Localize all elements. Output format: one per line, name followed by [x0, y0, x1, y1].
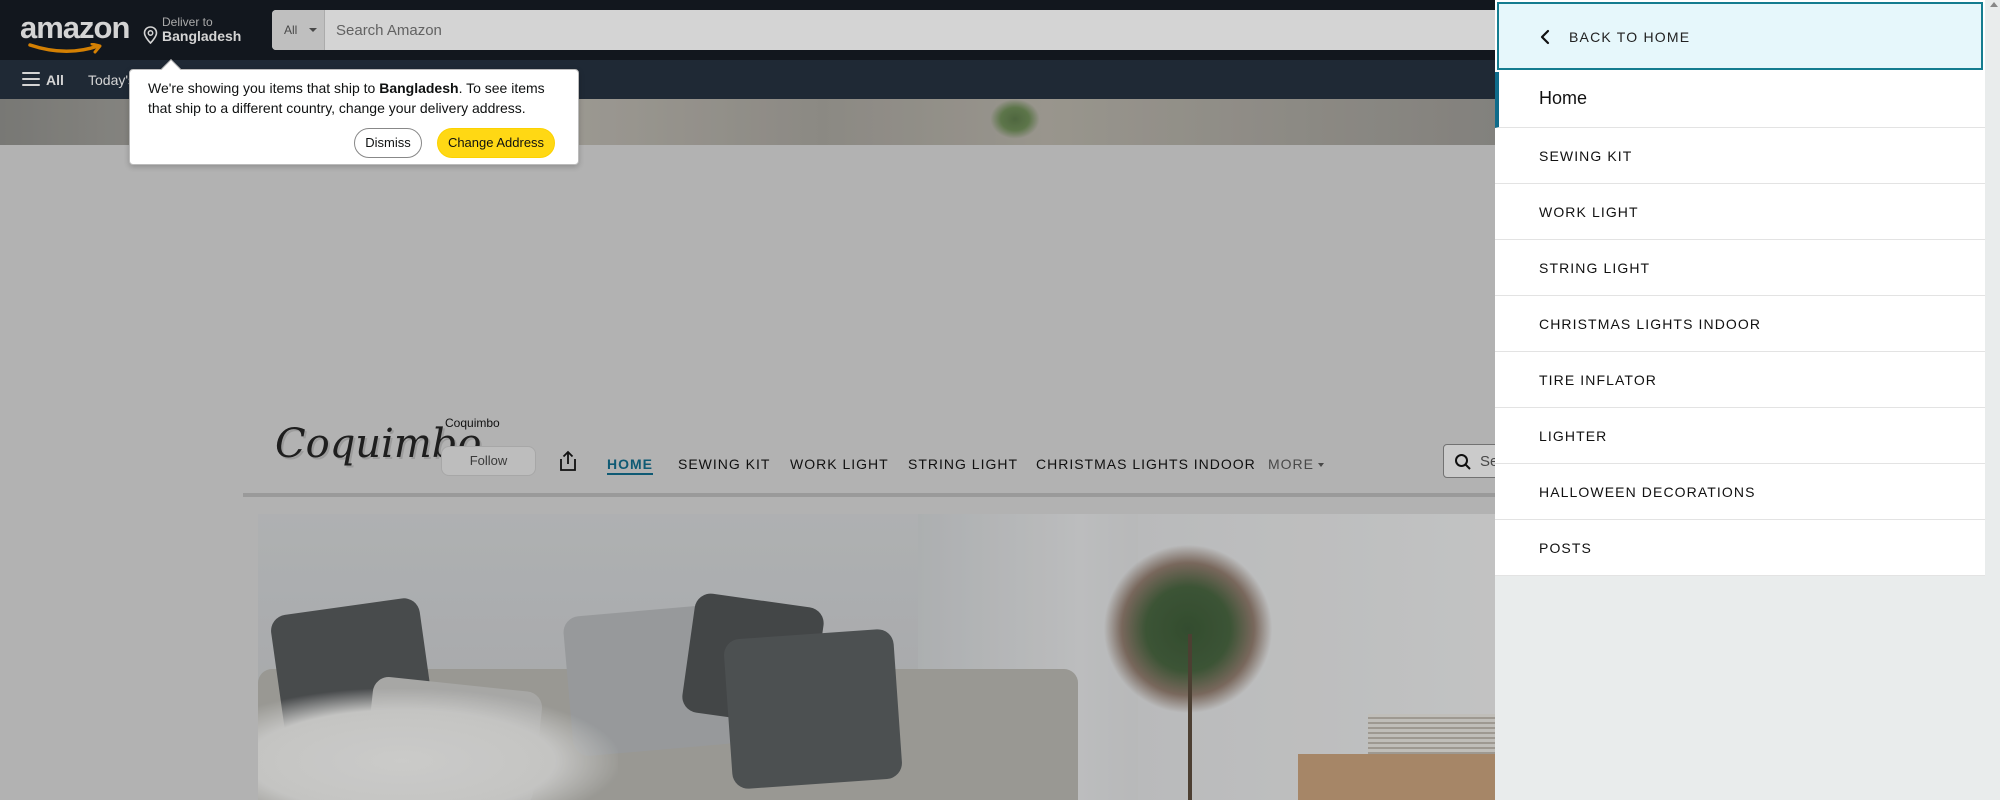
delivery-popover: We're showing you items that ship to Ban… [129, 59, 579, 165]
store-hero-image [258, 514, 1495, 800]
drawer-item-work-light[interactable]: Work Light [1495, 184, 1985, 240]
drawer-item-christmas-lights-indoor[interactable]: Christmas Lights Indoor [1495, 296, 1985, 352]
drawer-item-tire-inflator[interactable]: Tire Inflator [1495, 352, 1985, 408]
location-pin-icon [143, 26, 158, 44]
drawer-item-label: String Light [1539, 260, 1651, 276]
search-category-select[interactable]: All [272, 10, 325, 50]
drawer-item-sewing-kit[interactable]: Sewing Kit [1495, 128, 1985, 184]
search-input[interactable] [326, 10, 1500, 50]
back-to-home-button[interactable]: Back to Home [1497, 2, 1983, 70]
store-search-input[interactable]: Se [1443, 444, 1503, 478]
delivery-message: We're showing you items that ship to Ban… [148, 80, 545, 116]
caret-down-icon [309, 28, 317, 32]
scroll-up-arrow-icon[interactable] [1990, 2, 1998, 7]
amazon-smile-icon [28, 43, 102, 54]
drawer-item-label: Tire Inflator [1539, 372, 1658, 388]
deliver-to-label: Deliver to [162, 15, 213, 29]
todays-deals-link[interactable]: Today's [88, 72, 135, 88]
store-nav-string-light[interactable]: String Light [908, 456, 1018, 472]
drawer-scrollbar[interactable] [1985, 0, 2000, 800]
search-icon [1455, 454, 1471, 470]
drawer-item-label: Halloween Decorations [1539, 484, 1756, 500]
search-bar: All [272, 10, 1500, 50]
drawer-item-label: Work Light [1539, 204, 1639, 220]
store-nav-sewing-kit[interactable]: Sewing Kit [678, 456, 770, 472]
drawer-panel: Back to Home Home Sewing Kit Work Light … [1495, 0, 1985, 576]
drawer-item-posts[interactable]: Posts [1495, 520, 1985, 576]
drawer-item-string-light[interactable]: String Light [1495, 240, 1985, 296]
drawer-item-label: Posts [1539, 540, 1592, 556]
store-nav-work-light[interactable]: Work Light [790, 456, 889, 472]
chevron-left-icon [1540, 29, 1550, 45]
drawer-item-lighter[interactable]: Lighter [1495, 408, 1985, 464]
store-divider [243, 493, 1495, 497]
share-icon[interactable] [559, 450, 577, 472]
follow-button[interactable]: Follow [441, 446, 536, 476]
store-logo[interactable]: Coquimbo [275, 408, 481, 480]
all-menu-label: All [46, 72, 64, 88]
store-brand-name[interactable]: Coquimbo [445, 416, 500, 430]
amazon-logo[interactable]: amazon [20, 10, 130, 54]
dismiss-button[interactable]: Dismiss [354, 128, 422, 158]
drawer-item-halloween-decorations[interactable]: Halloween Decorations [1495, 464, 1985, 520]
search-category-label: All [284, 23, 298, 37]
drawer-item-label: Sewing Kit [1539, 148, 1633, 164]
store-nav-more-label: More [1268, 456, 1314, 472]
store-nav-christmas-lights-indoor[interactable]: Christmas Lights Indoor [1036, 456, 1256, 472]
deliver-country: Bangladesh [162, 28, 242, 44]
store-nav-home[interactable]: Home [607, 456, 653, 475]
back-to-home-label: Back to Home [1569, 29, 1691, 45]
change-address-button[interactable]: Change Address [437, 128, 555, 158]
delivery-message-country: Bangladesh [379, 80, 459, 96]
drawer-item-label: Christmas Lights Indoor [1539, 316, 1762, 332]
store-nav-drawer: Back to Home Home Sewing Kit Work Light … [1495, 0, 2000, 800]
drawer-item-home-label: Home [1539, 88, 1588, 108]
drawer-item-label: Lighter [1539, 428, 1608, 444]
hamburger-icon [22, 72, 40, 86]
amazon-logo-text: amazon [20, 10, 130, 45]
drawer-item-home[interactable]: Home [1495, 72, 1985, 128]
caret-down-icon [1318, 463, 1324, 468]
store-nav-more[interactable]: More [1268, 456, 1324, 472]
